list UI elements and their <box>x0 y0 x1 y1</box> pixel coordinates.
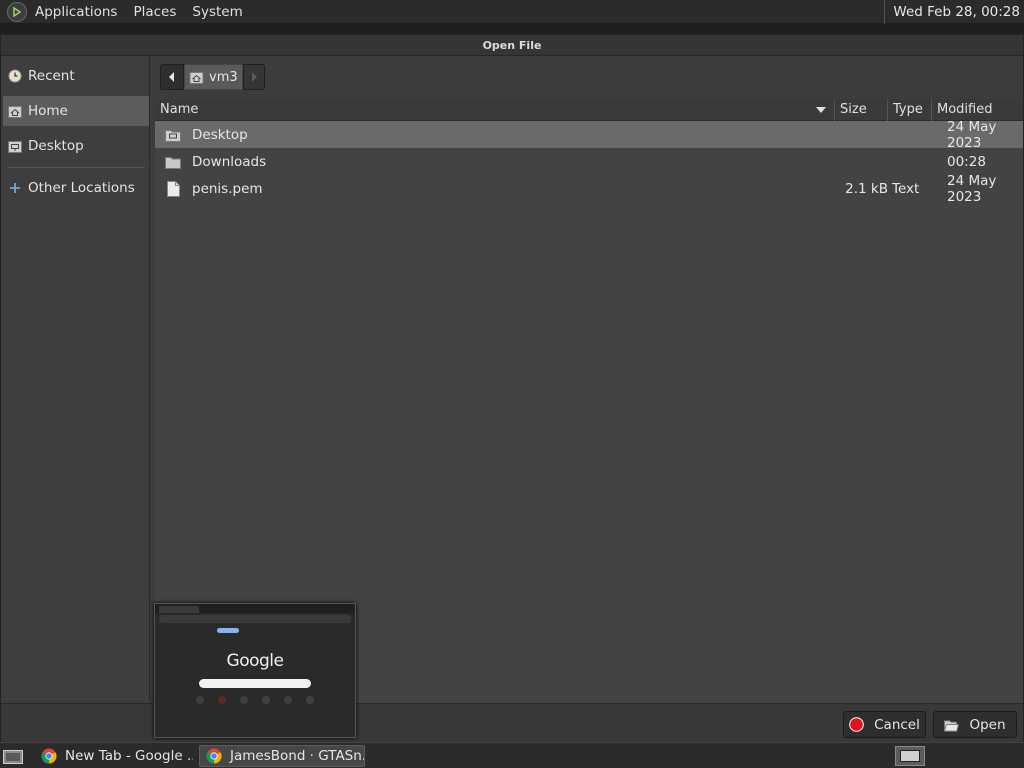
file-size: 2.1 kB <box>845 180 888 197</box>
column-label: Name <box>160 102 199 117</box>
sort-descending-icon <box>816 106 826 113</box>
desktop-folder-icon <box>8 139 22 153</box>
sidebar-separator <box>7 167 145 168</box>
file-row-pem[interactable]: penis.pem 2.1 kB Text 24 May 2023 <box>155 172 1023 205</box>
task-label: New Tab - Google ... <box>65 747 194 764</box>
column-size[interactable]: Size <box>835 98 888 121</box>
menu-system[interactable]: System <box>184 4 250 20</box>
clock-icon <box>8 69 22 83</box>
preview-tab <box>159 606 199 613</box>
file-row-downloads[interactable]: Downloads 00:28 <box>155 148 1023 175</box>
sidebar-item-desktop[interactable]: Desktop <box>3 131 149 161</box>
taskbar-item-new-tab[interactable]: New Tab - Google ... <box>34 745 194 767</box>
preview-shortcuts <box>155 696 355 704</box>
taskbar-item-jamesbond[interactable]: JamesBond · GTASn... <box>199 744 365 767</box>
file-modified: 00:28 <box>947 153 986 170</box>
preview-pill <box>217 627 239 633</box>
sidebar-item-recent[interactable]: Recent <box>3 61 149 91</box>
column-name[interactable]: Name <box>155 98 835 121</box>
sidebar-item-label: Desktop <box>28 138 84 154</box>
chevron-left-icon <box>169 72 174 82</box>
path-forward-button[interactable] <box>242 64 265 90</box>
top-panel: Applications Places System Wed Feb 28, 0… <box>0 0 1024 24</box>
menu-applications[interactable]: Applications <box>27 4 125 20</box>
preview-shortcut <box>196 696 204 704</box>
preview-google-logo: Google <box>226 651 284 671</box>
path-button-vm3[interactable]: vm3 <box>184 64 243 90</box>
places-sidebar: Recent Home Desktop Other Locations <box>3 56 150 701</box>
file-type: Text <box>892 180 920 197</box>
home-folder-icon <box>189 71 204 84</box>
show-desktop-icon[interactable] <box>2 746 24 766</box>
plus-icon <box>8 181 22 195</box>
preview-search-box <box>199 679 311 688</box>
file-modified: 24 May 2023 <box>947 118 997 151</box>
sidebar-item-other-locations[interactable]: Other Locations <box>3 173 149 203</box>
preview-shortcut <box>306 696 314 704</box>
chrome-icon <box>206 748 222 763</box>
task-label: JamesBond · GTASn... <box>230 747 365 764</box>
desktop-folder-icon <box>165 127 181 143</box>
preview-shortcut <box>284 696 292 704</box>
column-label: Modified <box>937 102 993 117</box>
cancel-label: Cancel <box>874 716 920 733</box>
menu-places[interactable]: Places <box>125 4 184 20</box>
open-label: Open <box>969 716 1006 733</box>
sidebar-item-home[interactable]: Home <box>3 96 149 126</box>
mate-logo-icon[interactable] <box>7 1 27 22</box>
path-label: vm3 <box>209 69 238 85</box>
file-name-cell: Downloads <box>155 154 835 170</box>
open-folder-icon <box>944 717 960 732</box>
column-label: Size <box>840 102 867 117</box>
file-name: Downloads <box>192 153 267 170</box>
folder-icon <box>165 154 181 170</box>
workspace-window-icon <box>900 749 920 762</box>
sidebar-item-label: Recent <box>28 68 75 84</box>
file-name: Desktop <box>192 126 248 143</box>
file-name: penis.pem <box>192 180 263 197</box>
cancel-button[interactable]: Cancel <box>843 711 926 738</box>
file-name-cell: Desktop <box>155 127 835 143</box>
preview-bookmark-bar <box>159 625 351 635</box>
column-header: Name Size Type Modified <box>155 98 1023 121</box>
file-modified: 24 May 2023 <box>947 172 997 205</box>
file-row-desktop[interactable]: Desktop 24 May 2023 <box>155 118 1023 151</box>
preview-shortcut <box>240 696 248 704</box>
chrome-icon <box>41 748 57 763</box>
bottom-taskbar: New Tab - Google ... JamesBond · GTASn..… <box>0 742 1024 768</box>
path-bar: vm3 <box>160 63 265 91</box>
workspace-switcher[interactable] <box>895 745 925 766</box>
preview-shortcut <box>262 696 270 704</box>
sidebar-item-label: Home <box>28 103 68 119</box>
window-preview-thumbnail[interactable]: Google <box>154 603 356 738</box>
open-button[interactable]: Open <box>933 711 1017 738</box>
file-name-cell: penis.pem <box>155 180 835 197</box>
chevron-right-icon <box>251 72 257 82</box>
sidebar-item-label: Other Locations <box>28 180 135 196</box>
column-modified[interactable]: Modified <box>932 99 1023 121</box>
home-folder-icon <box>8 104 22 118</box>
column-type[interactable]: Type <box>888 98 932 121</box>
preview-shortcut <box>218 696 226 704</box>
cancel-icon <box>849 717 864 732</box>
dialog-title: Open File <box>482 38 542 52</box>
path-back-button[interactable] <box>160 64 184 90</box>
dialog-titlebar[interactable]: Open File <box>1 35 1023 56</box>
text-file-icon <box>165 180 181 197</box>
preview-address-bar <box>159 615 351 623</box>
column-label: Type <box>893 102 923 117</box>
preview-tab-strip <box>155 604 355 613</box>
clock[interactable]: Wed Feb 28, 00:28 <box>884 0 1024 24</box>
